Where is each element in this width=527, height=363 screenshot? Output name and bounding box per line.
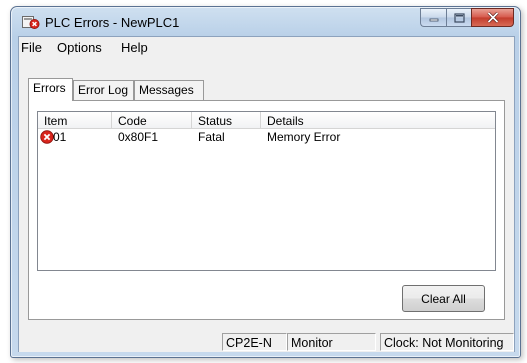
column-header-item[interactable]: Item [38, 112, 112, 129]
cell-item: 01 [53, 130, 67, 144]
window-title: PLC Errors - NewPLC1 [45, 15, 180, 30]
cell-code: 0x80F1 [118, 130, 159, 144]
column-header-code[interactable]: Code [112, 112, 192, 129]
status-clock: Clock: Not Monitoring [380, 333, 514, 351]
maximize-icon [453, 12, 465, 23]
maximize-button[interactable] [446, 8, 471, 27]
close-icon [486, 12, 499, 23]
error-x-icon [40, 130, 54, 144]
close-button[interactable] [471, 8, 514, 27]
cell-details: Memory Error [267, 130, 341, 144]
errors-tab-panel: Item Code Status Details 01 0x80F1 Fatal… [28, 100, 505, 320]
column-header-status[interactable]: Status [192, 112, 261, 129]
caption-buttons [420, 8, 514, 28]
tab-error-log[interactable]: Error Log [73, 80, 134, 100]
minimize-button[interactable] [420, 8, 446, 27]
errors-list-header: Item Code Status Details [38, 112, 495, 129]
menu-bar: File Options Help [19, 37, 514, 57]
menu-help[interactable]: Help [121, 40, 148, 55]
menu-file[interactable]: File [21, 40, 42, 55]
status-model: CP2E-N [222, 333, 287, 351]
window-frame: PLC Errors - NewPLC1 File Options Help E… [10, 6, 521, 358]
errors-list[interactable]: Item Code Status Details 01 0x80F1 Fatal… [37, 111, 496, 271]
clear-all-button[interactable]: Clear All [402, 285, 485, 312]
minimize-icon [429, 18, 438, 21]
tab-messages[interactable]: Messages [134, 80, 204, 100]
menu-options[interactable]: Options [57, 40, 102, 55]
plc-error-app-icon [22, 16, 40, 29]
cell-status: Fatal [198, 130, 225, 144]
table-row[interactable]: 01 0x80F1 Fatal Memory Error [38, 130, 495, 145]
column-header-details[interactable]: Details [261, 112, 497, 129]
tab-errors[interactable]: Errors [28, 78, 73, 101]
client-area: File Options Help Errors Error Log Messa… [18, 36, 515, 352]
status-bar: CP2E-N Monitor Clock: Not Monitoring [19, 331, 514, 352]
title-bar[interactable]: PLC Errors - NewPLC1 [11, 7, 520, 33]
status-mode: Monitor [287, 333, 376, 351]
